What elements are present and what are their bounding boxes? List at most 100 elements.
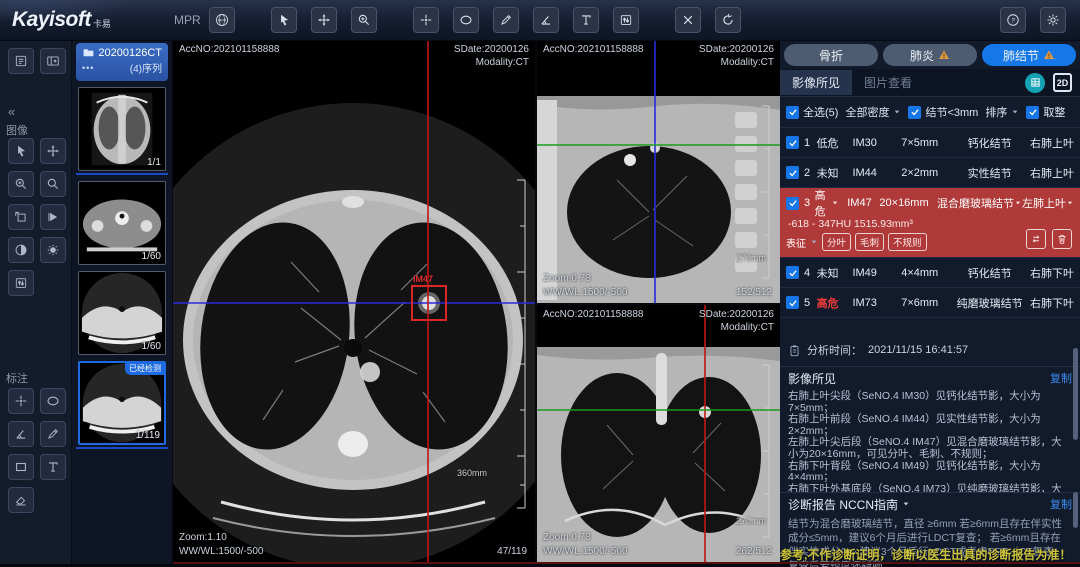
report-grid-icon xyxy=(1030,77,1041,88)
delete-nodule-button[interactable] xyxy=(1052,229,1072,249)
window-level-button[interactable] xyxy=(613,7,639,33)
ai-tab-1[interactable]: 肺炎 xyxy=(883,44,977,66)
window-level-tool-button[interactable] xyxy=(8,270,34,296)
check-icon xyxy=(788,268,798,278)
ai-tab-0[interactable]: 骨折 xyxy=(784,44,878,66)
delete-button[interactable] xyxy=(675,7,701,33)
series-thumbnail[interactable]: 已经检测1/119 xyxy=(78,361,166,445)
zoom-in-tool-button[interactable] xyxy=(8,171,34,197)
pan-button[interactable] xyxy=(311,7,337,33)
collapse-sidebar-button[interactable]: « xyxy=(8,104,15,119)
rotate-tool-button[interactable] xyxy=(8,204,34,230)
angle-tool-button[interactable] xyxy=(8,421,34,447)
crosshair-tool-button[interactable] xyxy=(8,388,34,414)
svg-text:MPR: MPR xyxy=(217,18,226,22)
crosshair-button[interactable] xyxy=(413,7,439,33)
small-nodule-filter[interactable]: 结节<3mm xyxy=(908,104,978,120)
nodule-row[interactable]: 1低危IM307×5mm钙化结节右肺上叶 xyxy=(780,128,1080,158)
mpr-button[interactable]: MPR xyxy=(209,7,235,33)
axial-study-date: SDate:20200126 xyxy=(454,44,529,55)
text-icon xyxy=(579,13,593,27)
select-all-filter[interactable]: 全选(5) xyxy=(786,104,838,120)
copy-findings-button[interactable]: 复制 xyxy=(1050,370,1072,386)
nodule-checkbox[interactable] xyxy=(786,296,799,309)
series-thumbnail[interactable]: 1/60 xyxy=(78,271,166,355)
feature-dropdown[interactable]: 表征 xyxy=(786,235,806,250)
cine-play-tool-button[interactable] xyxy=(40,204,66,230)
ellipse-tool-button[interactable] xyxy=(40,388,66,414)
axial-window-level: WW/WL:1500/-500 xyxy=(179,546,263,557)
coronal-ruler-label: 270mm xyxy=(736,516,766,526)
feature-chip[interactable]: 不规则 xyxy=(888,233,927,251)
nodule-checkbox[interactable] xyxy=(786,136,799,149)
select-all-checkbox[interactable] xyxy=(786,106,799,119)
report-scrollbar[interactable] xyxy=(1073,492,1078,528)
settings-button[interactable] xyxy=(1040,7,1066,33)
nodule-checkbox[interactable] xyxy=(786,197,799,210)
reset-button[interactable] xyxy=(715,7,741,33)
sagittal-window-level: WW/WL:1500/-500 xyxy=(543,287,627,298)
nodule-checkbox[interactable] xyxy=(786,166,799,179)
axial-modality: Modality:CT xyxy=(476,57,529,68)
eraser-tool-button[interactable] xyxy=(8,487,34,513)
cursor-button[interactable] xyxy=(271,7,297,33)
close-panel-button[interactable] xyxy=(40,48,66,74)
text-tool-button[interactable] xyxy=(40,454,66,480)
round-filter[interactable]: 取整 xyxy=(1026,104,1065,120)
zoom-in-button[interactable] xyxy=(351,7,377,33)
nodule-location: 左肺上叶 xyxy=(1022,195,1066,211)
nodule-row[interactable]: 2未知IM442×2mm实性结节右肺上叶 xyxy=(780,158,1080,188)
series-more-icon[interactable]: ••• xyxy=(82,63,94,73)
series-thumbnail[interactable]: 1/1 xyxy=(78,87,166,171)
nodule-row[interactable]: 5高危IM737×6mm纯磨玻璃结节右肺下叶 xyxy=(780,288,1080,318)
contrast-icon xyxy=(14,243,28,257)
angle-button[interactable] xyxy=(533,7,559,33)
axial-viewport[interactable]: AccNO:202101158888 SDate:20200126 Modali… xyxy=(173,40,535,562)
feature-chip[interactable]: 分叶 xyxy=(822,233,851,251)
coronal-study-date: SDate:20200126 xyxy=(699,309,774,320)
finding-line: 左肺上叶尖后段（SeNO.4 IM47）见混合磨玻璃结节影，大小为20×16mm… xyxy=(788,437,1066,460)
pan-tool-button[interactable] xyxy=(40,138,66,164)
chevron-down-icon xyxy=(1066,199,1074,207)
copy-report-button[interactable]: 复制 xyxy=(1050,496,1072,512)
sagittal-viewport[interactable]: AccNO:202101158888 SDate:20200126 Modali… xyxy=(537,40,780,303)
series-thumbnail[interactable]: 1/60 xyxy=(78,181,166,265)
tab-image-view[interactable]: 图片查看 xyxy=(852,70,924,95)
series-list-button[interactable] xyxy=(8,48,34,74)
help-button[interactable]: ? xyxy=(1000,7,1026,33)
2d-mode-button[interactable]: 2D xyxy=(1053,73,1072,92)
coronal-viewport[interactable]: AccNO:202101158888 SDate:20200126 Modali… xyxy=(537,305,780,562)
text-button[interactable] xyxy=(573,7,599,33)
report-button[interactable] xyxy=(1025,73,1045,93)
ellipse-button[interactable] xyxy=(453,7,479,33)
coronal-slice-index: 262/512 xyxy=(736,546,772,557)
series-title: 20200126CT xyxy=(98,47,162,59)
findings-scrollbar[interactable] xyxy=(1073,348,1078,440)
rectangle-tool-button[interactable] xyxy=(8,454,34,480)
eraser-icon xyxy=(14,493,28,507)
logo-text: Kayisoft xyxy=(12,8,91,32)
nodule-row[interactable]: 4未知IM494×4mm钙化结节右肺下叶 xyxy=(780,258,1080,288)
crosshair-icon xyxy=(419,13,433,27)
nodule-row-selected[interactable]: 3高危IM4720×16mm混合磨玻璃结节左肺上叶-618 - 347HU 15… xyxy=(780,188,1080,258)
restore-nodule-button[interactable] xyxy=(1026,229,1046,249)
series-header[interactable]: 20200126CT ••• (4)序列 xyxy=(76,43,168,81)
sort-dropdown[interactable]: 排序 xyxy=(985,104,1019,120)
magnify-tool-button[interactable] xyxy=(40,171,66,197)
measure-button[interactable] xyxy=(493,7,519,33)
warning-icon xyxy=(938,49,950,61)
nodule-checkbox[interactable] xyxy=(786,266,799,279)
pencil-tool-button[interactable] xyxy=(40,421,66,447)
invert-tool-button[interactable] xyxy=(8,237,34,263)
brightness-tool-button[interactable] xyxy=(40,237,66,263)
ai-tab-2[interactable]: 肺结节 xyxy=(982,44,1076,66)
coronal-accession: AccNO:202101158888 xyxy=(543,309,643,320)
nodule-location: 右肺上叶 xyxy=(1030,165,1074,181)
close-icon xyxy=(681,13,695,27)
feature-chip[interactable]: 毛刺 xyxy=(855,233,884,251)
tab-findings[interactable]: 影像所见 xyxy=(780,70,852,95)
density-filter-dropdown[interactable]: 全部密度 xyxy=(845,104,901,120)
cursor-tool-button[interactable] xyxy=(8,138,34,164)
small-nodule-checkbox[interactable] xyxy=(908,106,921,119)
round-checkbox[interactable] xyxy=(1026,106,1039,119)
